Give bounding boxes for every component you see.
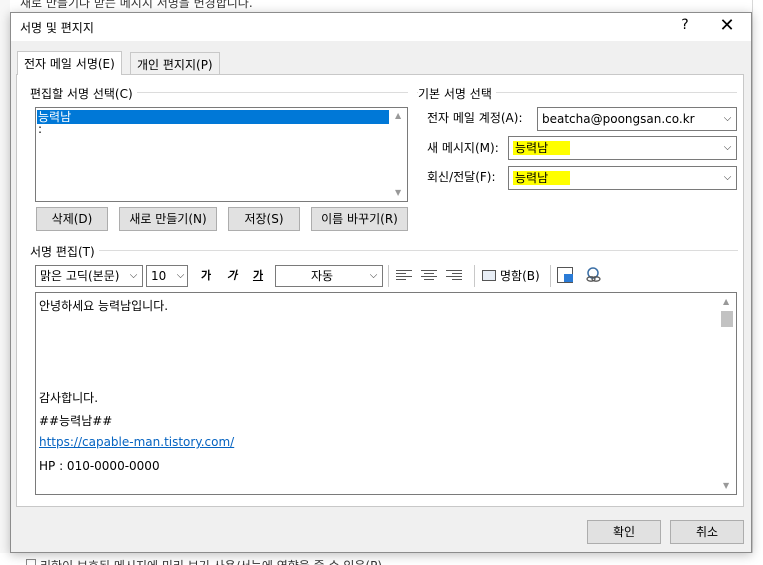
size-value: 10 bbox=[151, 269, 167, 283]
size-dropdown[interactable]: 10 ⌵ bbox=[146, 265, 188, 287]
background-app-top: 새로 만들기나 받는 메시지 서명을 변경합니다. bbox=[0, 0, 763, 12]
chevron-down-icon[interactable]: ⌵ bbox=[173, 266, 187, 286]
chevron-down-icon[interactable]: ⌵ bbox=[718, 167, 736, 189]
account-dropdown[interactable]: beatcha@poongsan.co.kr ⌵ bbox=[537, 107, 737, 131]
list-item[interactable]: : bbox=[37, 122, 389, 136]
delete-button[interactable]: 삭제(D) bbox=[36, 207, 108, 231]
signatures-dialog: 서명 및 편지지 ? ✕ 전자 메일 서명(E) 개인 편지지(P) 편집할 서… bbox=[10, 12, 752, 553]
reply-label: 회신/전달(F): bbox=[427, 170, 496, 184]
scroll-up-icon[interactable]: ▲ bbox=[395, 111, 401, 120]
toolbar-separator bbox=[474, 265, 475, 287]
background-app-left bbox=[0, 0, 10, 565]
background-app-bottom: 리한이 보호된 메시지에 미리 보기 사용/서능에 영향을 줄 수 있음(P) bbox=[0, 553, 763, 565]
close-button[interactable]: ✕ bbox=[715, 15, 739, 36]
ok-button[interactable]: 확인 bbox=[587, 520, 661, 544]
chevron-down-icon[interactable]: ⌵ bbox=[718, 137, 736, 159]
font-value: 맑은 고딕(본문) bbox=[40, 269, 120, 283]
insert-picture-icon[interactable] bbox=[557, 267, 573, 283]
bold-button[interactable]: 가 bbox=[197, 266, 215, 286]
editor-link[interactable]: https://capable-man.tistory.com/ bbox=[39, 435, 234, 449]
align-right-icon[interactable] bbox=[446, 270, 462, 282]
tab-label: 개인 편지지(P) bbox=[137, 58, 213, 72]
scroll-up-icon[interactable]: ▲ bbox=[723, 297, 729, 306]
editor-line: ##능력남## bbox=[39, 414, 113, 428]
toolbar-separator bbox=[550, 265, 551, 287]
signature-editor[interactable]: 안녕하세요 능력남입니다. 감사합니다. ##능력남## https://cap… bbox=[35, 292, 737, 495]
new-message-label: 새 메시지(M): bbox=[427, 141, 499, 155]
account-label: 전자 메일 계정(A): bbox=[427, 111, 523, 125]
new-button[interactable]: 새로 만들기(N) bbox=[119, 207, 217, 231]
help-button[interactable]: ? bbox=[675, 17, 695, 33]
editor-line: HP : 010-0000-0000 bbox=[39, 459, 160, 473]
font-dropdown[interactable]: 맑은 고딕(본문) ⌵ bbox=[35, 265, 143, 287]
dialog-titlebar: 서명 및 편지지 ? ✕ bbox=[11, 13, 751, 41]
underline-button[interactable]: 가 bbox=[249, 266, 267, 286]
chevron-down-icon[interactable]: ⌵ bbox=[718, 108, 736, 130]
divider bbox=[31, 250, 738, 251]
reply-value: 능력남 bbox=[513, 171, 571, 185]
toolbar-separator bbox=[388, 265, 389, 287]
account-value: beatcha@poongsan.co.kr bbox=[542, 112, 695, 126]
save-button[interactable]: 저장(S) bbox=[228, 207, 300, 231]
default-signature-label: 기본 서명 선택 bbox=[418, 85, 496, 102]
rename-button[interactable]: 이름 바꾸기(R) bbox=[311, 207, 408, 231]
chevron-down-icon[interactable]: ⌵ bbox=[124, 266, 142, 286]
italic-button[interactable]: 가 bbox=[223, 266, 241, 286]
scroll-down-icon[interactable]: ▼ bbox=[723, 481, 729, 490]
font-color-dropdown[interactable]: 자동 ⌵ bbox=[275, 265, 383, 287]
edit-signature-label: 서명 편집(T) bbox=[30, 243, 99, 260]
scroll-thumb[interactable] bbox=[721, 311, 733, 327]
hyperlink-icon[interactable] bbox=[584, 267, 602, 283]
select-signature-label: 편집할 서명 선택(C) bbox=[30, 85, 137, 102]
dialog-title: 서명 및 편지지 bbox=[20, 21, 94, 35]
new-message-value: 능력남 bbox=[513, 141, 571, 155]
scroll-down-icon[interactable]: ▼ bbox=[395, 188, 401, 197]
tab-label: 전자 메일 서명(E) bbox=[24, 57, 115, 71]
font-color-value: 자동 bbox=[310, 269, 334, 283]
tab-personal-stationery[interactable]: 개인 편지지(P) bbox=[130, 52, 220, 74]
new-message-dropdown[interactable]: 능력남 ⌵ bbox=[508, 136, 737, 160]
editor-line: 감사합니다. bbox=[39, 391, 99, 405]
business-card-icon bbox=[482, 270, 496, 281]
reply-dropdown[interactable]: 능력남 ⌵ bbox=[508, 166, 737, 190]
background-top-text: 새로 만들기나 받는 메시지 서명을 변경합니다. bbox=[20, 0, 253, 10]
tab-email-signature[interactable]: 전자 메일 서명(E) bbox=[17, 51, 122, 75]
background-checkbox bbox=[26, 559, 36, 565]
background-bottom-text: 리한이 보호된 메시지에 미리 보기 사용/서능에 영향을 줄 수 있음(P) bbox=[40, 557, 382, 565]
background-app-right bbox=[752, 0, 763, 565]
editor-line: 안녕하세요 능력남입니다. bbox=[39, 299, 169, 313]
business-card-label: 명함(B) bbox=[500, 269, 540, 283]
signature-list[interactable]: 능력남 : ▲ ▼ bbox=[35, 107, 408, 202]
chevron-down-icon[interactable]: ⌵ bbox=[364, 266, 382, 286]
align-center-icon[interactable] bbox=[421, 270, 437, 282]
editor-scrollbar[interactable]: ▲ ▼ bbox=[719, 293, 736, 494]
cancel-button[interactable]: 취소 bbox=[670, 520, 744, 544]
list-scrollbar[interactable]: ▲ ▼ bbox=[391, 108, 407, 201]
align-left-icon[interactable] bbox=[396, 270, 412, 282]
